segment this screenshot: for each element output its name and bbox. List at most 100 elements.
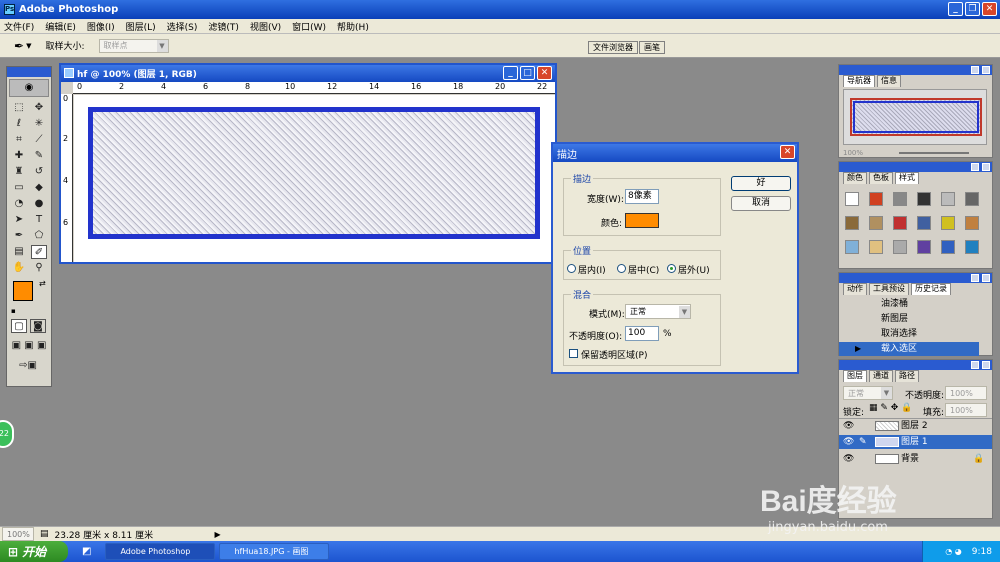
style-swatch[interactable] <box>845 216 859 230</box>
ok-button[interactable]: 好 <box>731 176 791 191</box>
layer-row[interactable]: 👁 背景 🔒 <box>839 452 992 466</box>
full-screen-mode-icon[interactable]: ▣ <box>36 339 47 353</box>
navigator-preview[interactable] <box>843 89 987 145</box>
navigator-zoom-value[interactable]: 100% <box>843 149 863 157</box>
style-swatch[interactable] <box>845 240 859 254</box>
menu-help[interactable]: 帮助(H) <box>337 20 369 33</box>
style-swatch[interactable] <box>845 192 859 206</box>
full-screen-menu-mode-icon[interactable]: ▣ <box>24 339 35 353</box>
tab-layers[interactable]: 图层 <box>843 370 867 382</box>
style-swatch[interactable] <box>869 192 883 206</box>
mode-select[interactable]: 正常 ▼ <box>625 304 691 319</box>
layer-fill-input[interactable]: 100% <box>945 403 987 417</box>
style-swatch[interactable] <box>917 240 931 254</box>
inside-radio-label[interactable]: 居内(I) <box>578 263 606 276</box>
menu-layer[interactable]: 图层(L) <box>126 20 156 33</box>
cancel-button[interactable]: 取消 <box>731 196 791 211</box>
preserve-transparency-label[interactable]: 保留透明区域(P) <box>581 348 647 361</box>
outside-radio-label[interactable]: 居外(U) <box>678 263 710 276</box>
adobe-online-icon[interactable]: ◉ <box>9 79 49 97</box>
center-radio-label[interactable]: 居中(C) <box>628 263 659 276</box>
menu-image[interactable]: 图像(I) <box>87 20 115 33</box>
eye-icon[interactable]: 👁 <box>843 435 854 449</box>
path-selection-tool-icon[interactable]: ➤ <box>11 213 27 227</box>
layer-row[interactable]: 👁 ✎ 图层 1 <box>839 435 992 449</box>
style-swatch[interactable] <box>941 240 955 254</box>
style-swatch[interactable] <box>965 216 979 230</box>
menu-filter[interactable]: 滤镜(T) <box>208 20 239 33</box>
width-input[interactable]: 8像素 <box>625 189 659 204</box>
style-swatch[interactable] <box>869 240 883 254</box>
document-minimize-button[interactable]: _ <box>503 66 518 80</box>
tab-actions[interactable]: 动作 <box>843 283 867 295</box>
type-tool-icon[interactable]: T <box>31 213 47 227</box>
layer-opacity-input[interactable]: 100% <box>945 386 987 400</box>
default-colors-icon[interactable]: ▪ <box>11 307 16 315</box>
marquee-tool-icon[interactable]: ⬚ <box>11 101 27 115</box>
preserve-transparency-checkbox[interactable] <box>569 349 578 358</box>
blur-tool-icon[interactable]: ◔ <box>11 197 27 211</box>
restore-button[interactable]: ❐ <box>965 2 980 16</box>
task-photoshop[interactable]: Adobe Photoshop <box>105 543 216 560</box>
history-brush-tool-icon[interactable]: ↺ <box>31 165 47 179</box>
lock-options-icon[interactable]: ▦ ✎ ✥ 🔒 <box>869 403 912 413</box>
history-item[interactable]: 油漆桶 <box>839 297 979 311</box>
zoom-tool-icon[interactable]: ⚲ <box>31 261 47 275</box>
side-badge[interactable]: 22 <box>0 420 14 448</box>
tray-icons[interactable]: ◔ ◕ <box>945 547 962 556</box>
clone-stamp-tool-icon[interactable]: ♜ <box>11 165 27 179</box>
style-swatch[interactable] <box>965 240 979 254</box>
tab-navigator[interactable]: 导航器 <box>843 75 875 87</box>
history-item[interactable]: 取消选择 <box>839 327 979 341</box>
jump-to-imageready-icon[interactable]: ⇨▣ <box>11 359 45 373</box>
slice-tool-icon[interactable]: ⟋ <box>31 133 47 147</box>
tab-history[interactable]: 历史记录 <box>911 283 951 295</box>
menu-select[interactable]: 选择(S) <box>167 20 198 33</box>
swap-colors-icon[interactable]: ⇄ <box>39 279 46 288</box>
move-tool-icon[interactable]: ✥ <box>31 101 47 115</box>
paint-bucket-tool-icon[interactable]: ◆ <box>31 181 47 195</box>
close-button[interactable]: ✕ <box>982 2 997 16</box>
tab-file-browser[interactable]: 文件浏览器 <box>588 41 638 54</box>
status-menu-arrow-icon[interactable]: ▶ <box>215 530 221 539</box>
layer-row[interactable]: 👁 图层 2 <box>839 418 992 432</box>
pen-tool-icon[interactable]: ✒ <box>11 229 27 243</box>
style-swatch[interactable] <box>869 216 883 230</box>
eye-icon[interactable]: 👁 <box>843 452 854 466</box>
opacity-input[interactable]: 100 <box>625 326 659 341</box>
healing-brush-tool-icon[interactable]: ✚ <box>11 149 27 163</box>
menu-edit[interactable]: 编辑(E) <box>45 20 76 33</box>
center-radio[interactable] <box>617 264 626 273</box>
document-close-button[interactable]: ✕ <box>537 66 552 80</box>
eye-icon[interactable]: 👁 <box>843 419 854 433</box>
stroke-color-swatch[interactable] <box>625 213 659 228</box>
crop-tool-icon[interactable]: ⌗ <box>11 133 27 147</box>
tab-paths[interactable]: 路径 <box>895 370 919 382</box>
task-paint[interactable]: hfHua18.JPG - 画图 <box>219 543 330 560</box>
style-swatch[interactable] <box>917 192 931 206</box>
foreground-color-swatch[interactable] <box>13 281 33 301</box>
start-button[interactable]: ⊞ 开始 <box>0 541 68 562</box>
magic-wand-tool-icon[interactable]: ✳ <box>31 117 47 131</box>
sample-size-select[interactable]: 取样点 ▼ <box>98 38 169 53</box>
tool-preset-arrow-icon[interactable]: ▼ <box>26 42 31 50</box>
menu-file[interactable]: 文件(F) <box>4 20 34 33</box>
shape-tool-icon[interactable]: ⬠ <box>31 229 47 243</box>
style-swatch[interactable] <box>917 216 931 230</box>
lasso-tool-icon[interactable]: ℓ <box>11 117 27 131</box>
style-swatch[interactable] <box>893 216 907 230</box>
minimize-button[interactable]: _ <box>948 2 963 16</box>
document-canvas[interactable] <box>74 95 555 262</box>
standard-screen-mode-icon[interactable]: ▣ <box>11 339 22 353</box>
standard-mode-icon[interactable]: ▢ <box>11 319 27 333</box>
eraser-tool-icon[interactable]: ▭ <box>11 181 27 195</box>
tab-tool-presets[interactable]: 工具预设 <box>869 283 909 295</box>
style-swatch[interactable] <box>893 240 907 254</box>
tab-info[interactable]: 信息 <box>877 75 901 87</box>
style-swatch[interactable] <box>965 192 979 206</box>
tab-color[interactable]: 颜色 <box>843 172 867 184</box>
style-swatch[interactable] <box>941 216 955 230</box>
history-item[interactable]: 新图层 <box>839 312 979 326</box>
menu-view[interactable]: 视图(V) <box>250 20 281 33</box>
menu-window[interactable]: 窗口(W) <box>292 20 326 33</box>
